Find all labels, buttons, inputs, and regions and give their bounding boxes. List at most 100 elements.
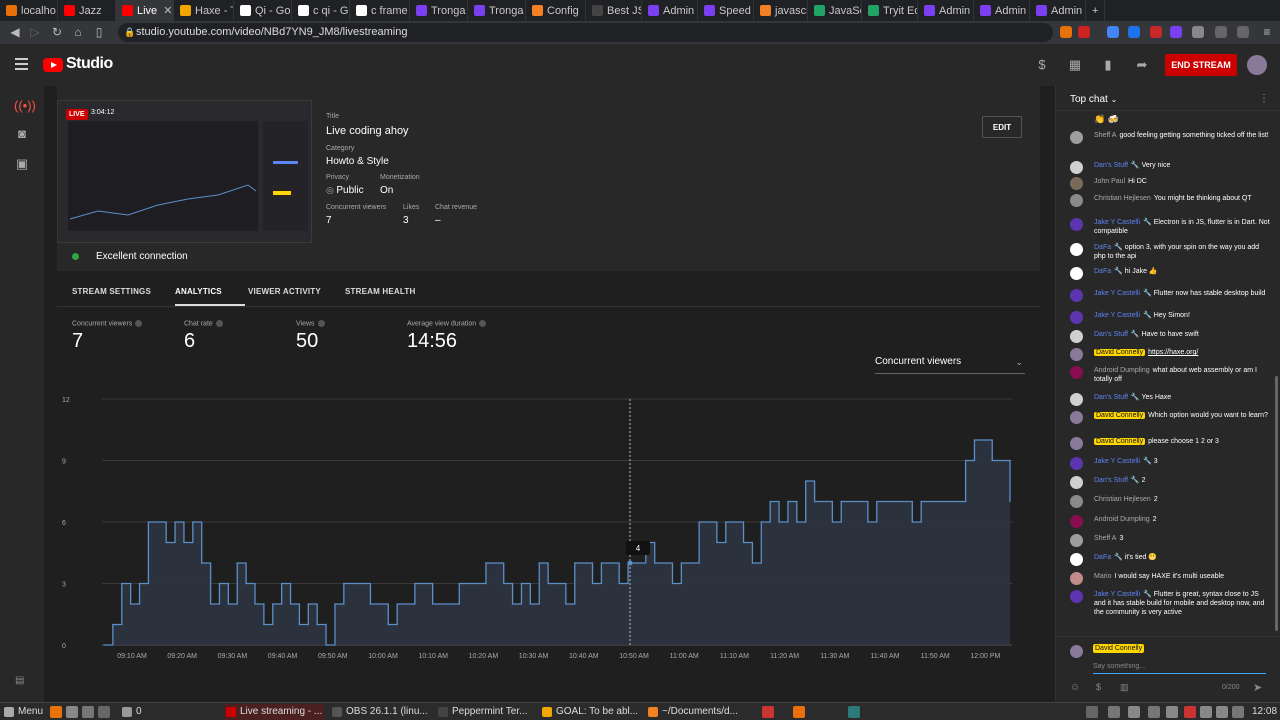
- avatar[interactable]: [1070, 437, 1083, 450]
- chat-author[interactable]: Jake Y Castelli: [1094, 591, 1140, 598]
- app-icon[interactable]: [848, 706, 860, 718]
- chat-author[interactable]: DaFa: [1094, 244, 1111, 251]
- taskbar-window[interactable]: ~/Documents/d...: [646, 704, 746, 720]
- help-icon[interactable]: [479, 320, 487, 327]
- poll-icon[interactable]: ▥: [1120, 682, 1129, 693]
- bookmark-icon[interactable]: ▮: [1100, 57, 1116, 73]
- notifications-icon[interactable]: [1232, 706, 1244, 718]
- chat-message[interactable]: Dan's Stuff 🔧 Have to have swift: [1070, 330, 1270, 343]
- share-icon[interactable]: ➦: [1134, 57, 1150, 73]
- chat-message[interactable]: Jake Y Castelli 🔧 Electron is in JS, flut…: [1070, 218, 1270, 236]
- send-icon[interactable]: ➤: [1253, 681, 1262, 694]
- brave-icon[interactable]: [1184, 706, 1196, 718]
- chat-author[interactable]: Jake Y Castelli: [1094, 290, 1140, 297]
- tab-analytics[interactable]: ANALYTICS: [175, 287, 222, 296]
- files-icon[interactable]: [82, 706, 94, 718]
- chat-author[interactable]: DaFa: [1094, 554, 1111, 561]
- brave-icon[interactable]: [762, 706, 774, 718]
- chat-message[interactable]: Android Dumpling what about web assembly …: [1070, 366, 1270, 384]
- avatar[interactable]: [1070, 330, 1083, 343]
- clapper-icon[interactable]: ▦: [1067, 57, 1083, 73]
- taskbar-window[interactable]: Live streaming - ...: [224, 704, 324, 720]
- chat-author[interactable]: David Connelly: [1094, 412, 1146, 419]
- avatar[interactable]: [1070, 553, 1083, 566]
- concurrent-viewers-chart[interactable]: 0 3 6 9 12 09:10 AM 09:20 AM 09:30 AM 09:40 AM 09…: [62, 386, 1022, 666]
- chat-author[interactable]: DaFa: [1094, 268, 1111, 275]
- chat-message[interactable]: Dan's Stuff 🔧 Yes Haxe: [1070, 393, 1270, 406]
- avatar[interactable]: [1070, 161, 1083, 174]
- hamburger-menu-icon[interactable]: [15, 58, 28, 70]
- chat-author[interactable]: Dan's Stuff: [1094, 394, 1128, 401]
- browser-tab[interactable]: Admin: [642, 0, 698, 21]
- reload-icon[interactable]: ↻: [46, 25, 68, 39]
- chat-input[interactable]: [1093, 660, 1266, 674]
- browser-tab[interactable]: Admin: [1030, 0, 1086, 21]
- browser-tab[interactable]: c frame: [350, 0, 410, 21]
- avatar[interactable]: [1070, 393, 1083, 406]
- browser-menu-icon[interactable]: ≡: [1256, 25, 1278, 39]
- browser-tab[interactable]: localho: [0, 0, 58, 21]
- avatar[interactable]: [1247, 55, 1267, 75]
- metric-dropdown[interactable]: Concurrent viewers ⌄: [875, 356, 1025, 374]
- chat-message[interactable]: Dan's Stuff 🔧 2: [1070, 476, 1270, 489]
- browser-tab[interactable]: Qi - Goo: [234, 0, 292, 21]
- chat-author[interactable]: Sheff A: [1094, 132, 1116, 139]
- chat-author[interactable]: David Connelly: [1094, 349, 1146, 356]
- help-icon[interactable]: [135, 320, 143, 327]
- chat-author[interactable]: Android Dumpling: [1094, 516, 1150, 523]
- workspace-switcher[interactable]: 0: [120, 704, 150, 720]
- address-bar[interactable]: 🔒 studio.youtube.com/video/NBd7YN9_JM8/l…: [118, 23, 1053, 42]
- new-tab-button[interactable]: +: [1086, 0, 1106, 21]
- taskbar-window[interactable]: GOAL: To be abl...: [540, 704, 640, 720]
- taskbar-window[interactable]: Peppermint Ter...: [436, 704, 536, 720]
- app-icon[interactable]: [793, 706, 805, 718]
- extension-icon[interactable]: [1107, 26, 1119, 38]
- terminal-icon[interactable]: [66, 706, 78, 718]
- avatar[interactable]: [1070, 476, 1083, 489]
- chat-message[interactable]: David Connelly https://haxe.org/: [1070, 348, 1270, 361]
- chat-link[interactable]: https://haxe.org/: [1148, 349, 1198, 356]
- tray-icon[interactable]: [1148, 706, 1160, 718]
- live-icon[interactable]: ((•)): [14, 98, 36, 114]
- extension-icon[interactable]: [1078, 26, 1090, 38]
- chat-author[interactable]: John Paul: [1094, 178, 1125, 185]
- browser-tab[interactable]: Haxe - T: [174, 0, 234, 21]
- avatar[interactable]: [1070, 590, 1083, 603]
- chat-message[interactable]: DaFa 🔧 option 3, with your spin on the wa…: [1070, 243, 1270, 261]
- chat-message[interactable]: Sheff Agood feeling getting something ti…: [1070, 131, 1270, 144]
- chat-author[interactable]: Christian Hejlesen: [1094, 496, 1151, 503]
- bookmark-icon[interactable]: ▯: [88, 25, 110, 39]
- home-icon[interactable]: ⌂: [67, 25, 89, 39]
- extension-icon[interactable]: [1170, 26, 1182, 38]
- chat-author[interactable]: Android Dumpling: [1094, 367, 1150, 374]
- browser-tab[interactable]: Config: [526, 0, 586, 21]
- chat-message[interactable]: David Connelly please choose 1 2 or 3: [1070, 437, 1270, 450]
- chat-message[interactable]: Christian Hejlesen 2: [1070, 495, 1270, 508]
- avatar[interactable]: [1070, 572, 1083, 585]
- chat-message[interactable]: Sheff A3: [1070, 534, 1270, 547]
- super-chat-icon[interactable]: $: [1096, 682, 1101, 692]
- back-icon[interactable]: ◀: [4, 25, 26, 39]
- chat-message[interactable]: Jake Y Castelli 🔧 Flutter is great, synta…: [1070, 590, 1270, 617]
- chat-message[interactable]: Dan's Stuff 🔧 Very nice: [1070, 161, 1270, 174]
- browser-tab[interactable]: Tronga: [410, 0, 468, 21]
- chat-author[interactable]: Dan's Stuff: [1094, 162, 1128, 169]
- help-icon[interactable]: [317, 320, 325, 327]
- gear-icon[interactable]: [1166, 706, 1178, 718]
- browser-tab[interactable]: Tryit Ed: [862, 0, 918, 21]
- chat-message[interactable]: David Connelly Which option would you wan…: [1070, 411, 1270, 424]
- avatar[interactable]: [1070, 243, 1083, 256]
- chat-author[interactable]: Dan's Stuff: [1094, 477, 1128, 484]
- start-menu-button[interactable]: Menu: [2, 704, 48, 720]
- chat-author[interactable]: Christian Hejlesen: [1094, 195, 1151, 202]
- volume-icon[interactable]: [1200, 706, 1212, 718]
- browser-tab[interactable]: c qi - Go: [292, 0, 350, 21]
- youtube-logo[interactable]: [43, 58, 63, 72]
- tab-viewer-activity[interactable]: VIEWER ACTIVITY: [248, 287, 321, 296]
- battery-icon[interactable]: [1216, 706, 1228, 718]
- chat-author[interactable]: Dan's Stuff: [1094, 331, 1128, 338]
- camera-icon[interactable]: ◙: [14, 126, 30, 142]
- browser-tab[interactable]: Speed C: [698, 0, 754, 21]
- monetization-icon[interactable]: $: [1034, 57, 1050, 73]
- avatar[interactable]: [1070, 457, 1083, 470]
